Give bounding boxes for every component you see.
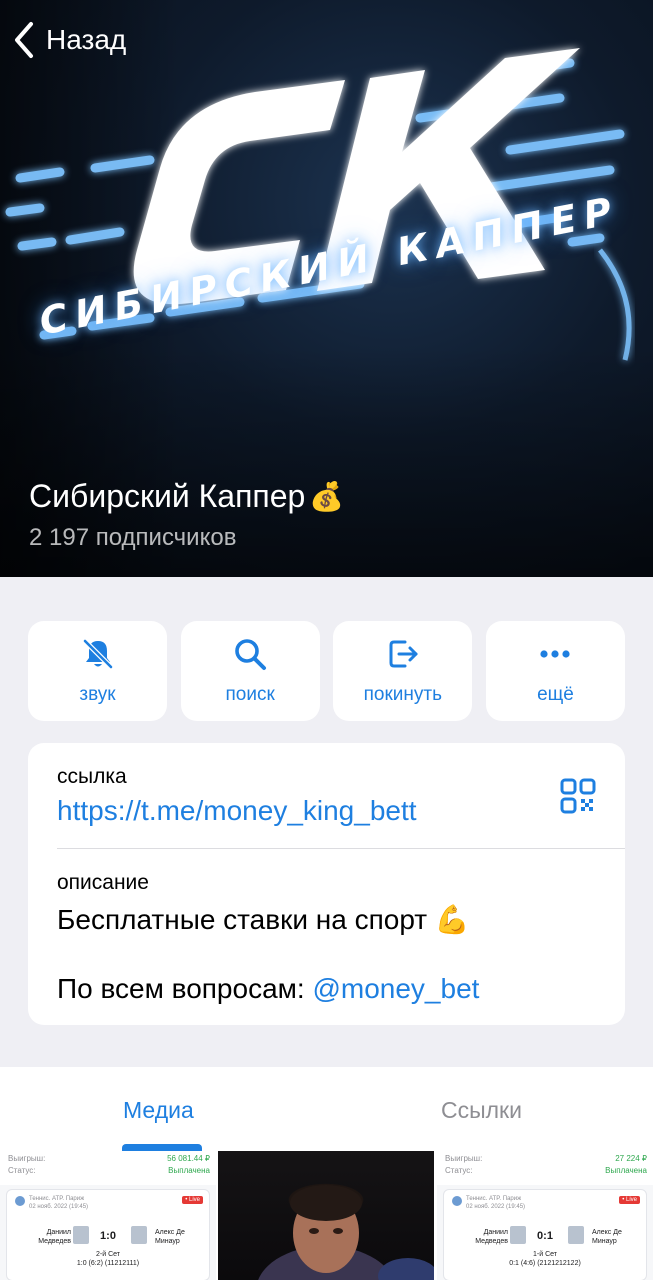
tab-media[interactable]: Медиа [123,1097,194,1124]
set-info: 2-й Сет 1:0 (6:2) (11212111) [7,1250,209,1268]
set-info: 1-й Сет 0:1 (4:6) (2121212122) [444,1250,646,1268]
event-meta: Теннис. ATP. Париж 02 нояб. 2022 (19:45) [29,1195,88,1211]
description-section-label: описание [57,871,149,894]
bet-event-card: Теннис. ATP. Париж 02 нояб. 2022 (19:45)… [443,1189,647,1280]
moneybag-icon: 💰 [309,481,345,512]
flexed-biceps-icon: 💪 [434,904,470,935]
win-value: 56 081.44 ₽ [167,1154,210,1163]
status-value: Выплачена [605,1166,647,1175]
active-tab-indicator [122,1144,202,1151]
status-label: Статус: [8,1166,36,1175]
leave-label: покинуть [363,684,442,705]
shared-media-tabs: Медиа Ссылки [0,1067,653,1151]
bet-summary: Выигрыш: 27 224 ₽ Статус: Выплачена [437,1151,653,1185]
mute-button[interactable]: звук [28,621,167,721]
search-label: поиск [225,684,275,705]
subscriber-count: 2 197 подписчиков [29,524,237,551]
live-badge: • Live [182,1196,203,1204]
description-line-1: Бесплатные ставки на спорт 💪 [57,903,470,936]
set-detail: 0:1 (4:6) (2121212122) [509,1260,581,1267]
player-two: Алекс Де Минаур [592,1229,622,1245]
event-date: 02 нояб. 2022 (19:45) [29,1204,89,1210]
media-grid: Выигрыш: 56 081.44 ₽ Статус: Выплачена Т… [0,1151,653,1280]
search-button[interactable]: поиск [180,621,320,721]
bet-summary: Выигрыш: 56 081.44 ₽ Статус: Выплачена [0,1151,216,1185]
bell-slash-icon [82,638,113,670]
status-label: Статус: [445,1166,473,1175]
tennis-ball-icon [452,1196,462,1206]
set-number: 2-й Сет [95,1251,120,1258]
win-value: 27 224 ₽ [615,1154,647,1163]
media-thumbnail[interactable]: Выигрыш: 27 224 ₽ Статус: Выплачена Тенн… [437,1151,653,1280]
media-thumbnail-photo[interactable] [218,1151,434,1280]
event-date: 02 нояб. 2022 (19:45) [466,1204,526,1210]
info-divider [57,848,625,849]
channel-info-card: ссылка https://t.me/money_king_bett опис… [28,743,625,1025]
link-section-label: ссылка [57,765,127,788]
channel-title-row: Сибирский Каппер 💰 [29,478,344,515]
set-detail: 1:0 (6:2) (11212111) [76,1260,140,1267]
tab-links[interactable]: Ссылки [441,1097,522,1124]
more-icon [540,650,571,658]
contact-prefix: По всем вопросам: [57,973,305,1004]
channel-actions: звук поиск покинуть ещё [28,621,625,721]
qr-code-icon[interactable] [560,778,596,814]
set-number: 1-й Сет [532,1251,557,1258]
search-icon [235,639,267,670]
event-meta: Теннис. ATP. Париж 02 нояб. 2022 (19:45) [466,1195,525,1211]
description-text: Бесплатные ставки на спорт [57,904,428,935]
more-label: ещё [537,684,574,705]
back-button[interactable]: Назад [12,18,126,62]
mute-label: звук [79,684,116,705]
leave-icon [389,640,418,668]
win-label: Выигрыш: [8,1154,46,1163]
player-two-avatar [131,1226,147,1244]
status-value: Выплачена [168,1166,210,1175]
live-badge: • Live [619,1196,640,1204]
player-two: Алекс Де Минаур [155,1229,185,1245]
win-label: Выигрыш: [445,1154,483,1163]
tennis-ball-icon [15,1196,25,1206]
event-league: Теннис. ATP. Париж [29,1196,85,1202]
channel-link[interactable]: https://t.me/money_king_bett [57,795,417,827]
bet-event-card: Теннис. ATP. Париж 02 нояб. 2022 (19:45)… [6,1189,210,1280]
player-two-avatar [568,1226,584,1244]
back-label: Назад [46,24,127,55]
event-league: Теннис. ATP. Париж [466,1196,522,1202]
more-button[interactable]: ещё [485,621,625,721]
leave-button[interactable]: покинуть [333,621,473,721]
player-photo [258,1185,434,1280]
media-thumbnail[interactable]: Выигрыш: 56 081.44 ₽ Статус: Выплачена Т… [0,1151,216,1280]
channel-title: Сибирский Каппер [29,478,306,514]
description-line-2: По всем вопросам: @money_bet [57,973,479,1005]
chevron-left-icon [15,22,33,58]
contact-mention-link[interactable]: @money_bet [312,973,479,1004]
